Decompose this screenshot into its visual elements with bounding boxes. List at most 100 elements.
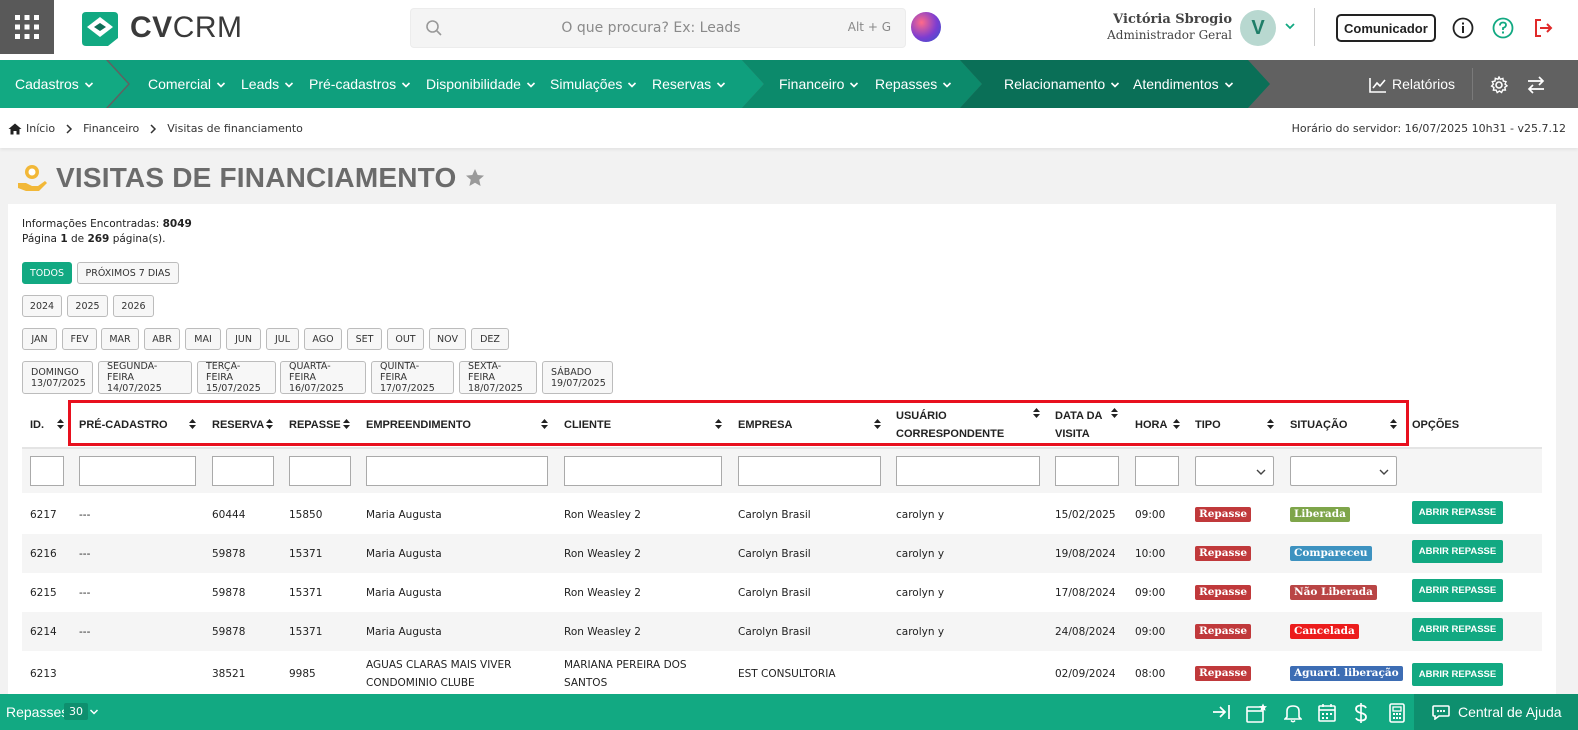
filter-month-ago[interactable]: AGO	[304, 328, 342, 350]
column-header-repasse[interactable]: REPASSE	[289, 402, 354, 448]
filter-day-sabado[interactable]: SÁBADO 19/07/2025	[542, 361, 613, 394]
filter-empresa-input[interactable]	[738, 456, 881, 486]
filter-year-2024[interactable]: 2024	[22, 295, 62, 317]
column-header-precadastro[interactable]: PRÉ-CADASTRO	[79, 402, 199, 448]
gear-icon[interactable]	[1490, 76, 1508, 94]
home-icon[interactable]	[8, 123, 22, 135]
filter-empreendimento-input[interactable]	[366, 456, 548, 486]
column-header-empresa[interactable]: EMPRESA	[738, 402, 883, 448]
star-icon[interactable]	[464, 167, 486, 189]
filter-month-jun[interactable]: JUN	[226, 328, 261, 350]
assistant-orb-icon[interactable]	[911, 12, 941, 42]
footer-section-label[interactable]: Repasses	[6, 704, 68, 720]
open-repasse-button[interactable]: ABRIR REPASSE	[1412, 501, 1503, 524]
global-search[interactable]: Alt + G	[410, 8, 906, 48]
nav-relatorios[interactable]: Relatórios	[1369, 60, 1455, 108]
nav-leads[interactable]: Leads	[241, 60, 294, 108]
filter-month-set[interactable]: SET	[347, 328, 382, 350]
filter-year-2026[interactable]: 2026	[113, 295, 154, 317]
column-header-data-visita[interactable]: DATA DA VISITA	[1055, 402, 1123, 448]
filter-day-domingo[interactable]: DOMINGO 13/07/2025	[22, 361, 93, 394]
open-repasse-button[interactable]: ABRIR REPASSE	[1412, 540, 1503, 563]
logout-icon[interactable]	[1532, 17, 1554, 39]
filter-day-quarta[interactable]: QUARTA-FEIRA 16/07/2025	[280, 361, 366, 394]
tipo-badge: Repasse	[1195, 507, 1252, 522]
chevron-down-icon[interactable]	[89, 707, 99, 717]
filter-day-quinta[interactable]: QUINTA-FEIRA 17/07/2025	[371, 361, 454, 394]
filter-month-nov[interactable]: NOV	[429, 328, 466, 350]
filter-repasse-input[interactable]	[289, 456, 351, 486]
chevron-down-icon	[1379, 469, 1389, 475]
cell-empreendimento: Maria Augusta	[366, 586, 442, 599]
filter-month-out[interactable]: OUT	[387, 328, 424, 350]
nav-disponibilidade[interactable]: Disponibilidade	[426, 60, 536, 108]
cell-empreendimento: AGUAS CLARAS MAIS VIVER CONDOMINIO CLUBE	[366, 658, 512, 689]
open-repasse-button[interactable]: ABRIR REPASSE	[1412, 663, 1503, 686]
nav-precadastros[interactable]: Pré-cadastros	[309, 60, 411, 108]
filter-month-fev[interactable]: FEV	[62, 328, 97, 350]
filter-tipo-select[interactable]	[1195, 456, 1274, 486]
column-header-reserva[interactable]: RESERVA	[212, 402, 277, 448]
column-header-id[interactable]: ID.	[30, 402, 68, 448]
filter-todos[interactable]: TODOS	[22, 262, 72, 284]
apps-menu-button[interactable]	[0, 0, 54, 54]
nav-simulacoes[interactable]: Simulações	[550, 60, 637, 108]
breadcrumb-inicio[interactable]: Início	[26, 122, 55, 135]
dollar-icon[interactable]	[1354, 703, 1368, 723]
search-input[interactable]	[471, 9, 831, 47]
filter-precadastro-input[interactable]	[79, 456, 196, 486]
filter-month-jul[interactable]: JUL	[266, 328, 299, 350]
chevron-down-icon	[1256, 469, 1266, 475]
filter-reserva-input[interactable]	[212, 456, 274, 486]
column-header-hora[interactable]: HORA	[1135, 402, 1182, 448]
nav-atendimentos[interactable]: Atendimentos	[1133, 60, 1234, 108]
filter-month-dez[interactable]: DEZ	[471, 328, 509, 350]
filter-month-jan[interactable]: JAN	[22, 328, 57, 350]
calculator-icon[interactable]	[1389, 703, 1405, 723]
filter-month-mar[interactable]: MAR	[101, 328, 139, 350]
column-header-usuario-correspondente[interactable]: USUÁRIO CORRESPONDENTE	[896, 402, 1044, 448]
bell-icon[interactable]	[1284, 703, 1302, 723]
column-header-empreendimento[interactable]: EMPREENDIMENTO	[366, 402, 551, 448]
breadcrumb-financeiro[interactable]: Financeiro	[83, 122, 139, 135]
filter-month-mai[interactable]: MAI	[185, 328, 221, 350]
calendar-icon[interactable]	[1318, 703, 1336, 722]
open-repasse-button[interactable]: ABRIR REPASSE	[1412, 618, 1503, 641]
tipo-badge: Repasse	[1195, 666, 1252, 681]
info-icon[interactable]	[1452, 17, 1474, 39]
filter-situacao-select[interactable]	[1290, 456, 1397, 486]
user-info[interactable]: Victória Sbrogio Administrador Geral	[1080, 12, 1232, 42]
collapse-right-icon[interactable]	[1212, 703, 1232, 721]
switch-arrows-icon[interactable]	[1526, 75, 1546, 95]
calendar-star-icon[interactable]	[1246, 703, 1268, 723]
footer-count-badge[interactable]: 30	[64, 703, 88, 720]
filter-id-input[interactable]	[30, 456, 64, 486]
filter-data-input[interactable]	[1055, 456, 1119, 486]
communicator-button[interactable]: Comunicador	[1336, 14, 1436, 42]
open-repasse-button[interactable]: ABRIR REPASSE	[1412, 579, 1503, 602]
filter-month-abr[interactable]: ABR	[144, 328, 180, 350]
nav-repasses[interactable]: Repasses	[875, 60, 952, 108]
column-header-tipo[interactable]: TIPO	[1195, 402, 1277, 448]
nav-relacionamento[interactable]: Relacionamento	[1004, 60, 1120, 108]
filter-day-sexta[interactable]: SEXTA-FEIRA 18/07/2025	[459, 361, 537, 394]
column-header-situacao[interactable]: SITUAÇÃO	[1290, 402, 1400, 448]
nav-comercial[interactable]: Comercial	[148, 60, 226, 108]
cvcrm-logo[interactable]: CVCRM	[80, 8, 243, 48]
filter-year-2025[interactable]: 2025	[67, 295, 108, 317]
filter-day-terca[interactable]: TERÇA-FEIRA 15/07/2025	[197, 361, 276, 394]
column-header-cliente[interactable]: CLIENTE	[564, 402, 724, 448]
cell-hora: 10:00	[1135, 547, 1166, 560]
filter-proximos-7-dias[interactable]: PRÓXIMOS 7 DIAS	[77, 262, 179, 284]
nav-reservas[interactable]: Reservas	[652, 60, 726, 108]
nav-cadastros[interactable]: Cadastros	[15, 60, 94, 108]
filter-usuario-input[interactable]	[896, 456, 1040, 486]
help-center-button[interactable]: Central de Ajuda	[1414, 694, 1578, 730]
filter-day-segunda[interactable]: SEGUNDA-FEIRA 14/07/2025	[98, 361, 192, 394]
help-icon[interactable]	[1492, 17, 1514, 39]
nav-financeiro[interactable]: Financeiro	[779, 60, 859, 108]
avatar[interactable]: V	[1240, 10, 1276, 46]
filter-cliente-input[interactable]	[564, 456, 722, 486]
chevron-down-icon[interactable]	[1284, 20, 1296, 32]
filter-hora-input[interactable]	[1135, 456, 1179, 486]
